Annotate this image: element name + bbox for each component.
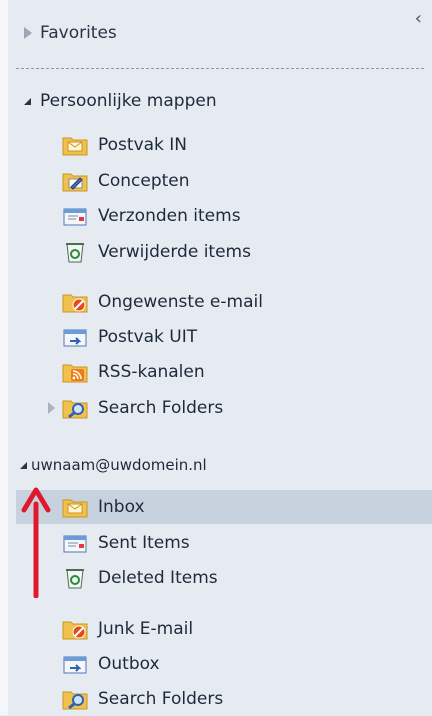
expand-arrow-icon[interactable]: [48, 402, 55, 414]
folder-deleted-items[interactable]: Deleted Items: [16, 561, 432, 595]
folder-label: Outbox: [98, 654, 160, 674]
outbox-folder-icon: [62, 652, 88, 676]
folder-verzonden-items[interactable]: Verzonden items: [16, 199, 432, 233]
folder-pane: Favorites ‹ Persoonlijke mappen Postvak …: [0, 0, 432, 715]
trash-folder-icon: [62, 240, 88, 264]
folder-postvak-in[interactable]: Postvak IN: [16, 128, 432, 162]
annotation-arrow-icon: [21, 487, 51, 598]
personal-folders-label: Persoonlijke mappen: [40, 91, 217, 111]
folder-label: Postvak IN: [98, 135, 188, 155]
divider: [16, 68, 424, 69]
trash-folder-icon: [62, 566, 88, 590]
folder-label: Sent Items: [98, 533, 190, 553]
folder-label: Search Folders: [98, 398, 224, 418]
account-header[interactable]: uwnaam@uwdomein.nl: [18, 451, 207, 479]
junk-folder-icon: [62, 617, 88, 641]
folder-ongewenste-email[interactable]: Ongewenste e-mail: [16, 285, 432, 319]
favorites-header[interactable]: Favorites: [20, 16, 432, 50]
collapse-arrow-icon[interactable]: [24, 97, 31, 105]
rss-folder-icon: [62, 360, 88, 384]
search-folder-icon: [62, 687, 88, 711]
folder-inbox[interactable]: Inbox: [16, 490, 432, 524]
folder-search-folders-account[interactable]: Search Folders: [16, 682, 432, 716]
search-folder-icon: [62, 396, 88, 420]
sent-folder-icon: [62, 531, 88, 555]
outbox-folder-icon: [62, 325, 88, 349]
junk-folder-icon: [62, 290, 88, 314]
folder-label: Inbox: [98, 497, 145, 517]
expand-arrow-icon[interactable]: [24, 27, 32, 39]
collapse-pane-icon[interactable]: ‹: [415, 8, 422, 29]
folder-label: Verwijderde items: [98, 242, 251, 262]
sent-folder-icon: [62, 204, 88, 228]
folder-sent-items[interactable]: Sent Items: [16, 526, 432, 560]
folder-label: Search Folders: [98, 689, 224, 709]
folder-label: Verzonden items: [98, 206, 241, 226]
inbox-folder-icon: [62, 495, 88, 519]
folder-label: Junk E-mail: [98, 619, 194, 639]
folder-rss-kanalen[interactable]: RSS-kanalen: [16, 355, 432, 389]
account-label: uwnaam@uwdomein.nl: [31, 456, 207, 474]
folder-label: Postvak UIT: [98, 327, 198, 347]
folder-outbox[interactable]: Outbox: [16, 647, 432, 681]
personal-folders-header[interactable]: Persoonlijke mappen: [20, 87, 217, 115]
folder-label: RSS-kanalen: [98, 362, 205, 382]
folder-search-folders-personal[interactable]: Search Folders: [16, 391, 432, 425]
collapse-arrow-icon[interactable]: [20, 461, 27, 469]
folder-label: Concepten: [98, 171, 190, 191]
folder-postvak-uit[interactable]: Postvak UIT: [16, 320, 432, 354]
folder-verwijderde-items[interactable]: Verwijderde items: [16, 235, 432, 269]
folder-label: Deleted Items: [98, 568, 218, 588]
folder-concepten[interactable]: Concepten: [16, 164, 432, 198]
folder-junk-email[interactable]: Junk E-mail: [16, 612, 432, 646]
inbox-folder-icon: [62, 133, 88, 157]
drafts-folder-icon: [62, 169, 88, 193]
folder-label: Ongewenste e-mail: [98, 292, 263, 312]
favorites-label: Favorites: [40, 23, 117, 43]
